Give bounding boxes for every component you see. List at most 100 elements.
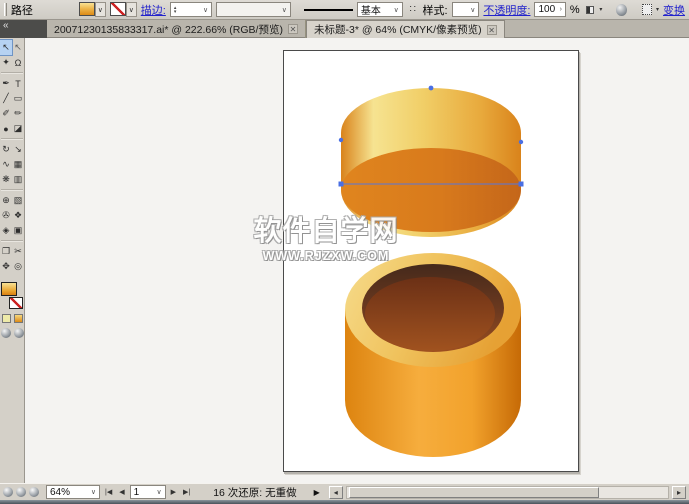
close-icon[interactable]: ✕ <box>288 24 298 34</box>
brush-definition-dropdown-icon[interactable]: ∨ <box>391 6 399 14</box>
artboard-number-combo[interactable]: 1 ∨ <box>130 485 166 499</box>
tool-slice-tool[interactable]: ✂ <box>12 244 24 259</box>
opacity-field[interactable]: 100 › <box>534 2 565 17</box>
canister-lid[interactable] <box>339 86 524 237</box>
tool-line-segment-tool[interactable]: ╱ <box>0 91 12 106</box>
tool-rotate-tool[interactable]: ↻ <box>0 142 12 157</box>
status-flyout-icon[interactable]: ▶ <box>314 488 320 497</box>
tool-column-graph-tool[interactable]: ▥ <box>12 172 24 187</box>
tool-eyedropper-tool[interactable]: ✇ <box>0 208 12 223</box>
tool-blend-tool[interactable]: ❖ <box>12 208 24 223</box>
tool-eraser-tool[interactable]: ◪ <box>12 121 24 136</box>
horizontal-scrollbar[interactable] <box>346 486 669 499</box>
select-similar-menu-arrow-icon[interactable]: ▾ <box>656 6 659 13</box>
tool-selection-tool[interactable]: ↖ <box>0 40 12 55</box>
artboard-dropdown-icon[interactable]: ∨ <box>153 488 161 496</box>
stroke-weight-dropdown-icon[interactable]: ∨ <box>200 6 208 14</box>
style-dropdown-icon[interactable]: ∨ <box>467 6 475 14</box>
canvas-area[interactable]: 软件自学网 WWW.RJZXW.COM <box>25 38 689 483</box>
fill-indicator[interactable] <box>1 282 17 296</box>
brush-definition-value: 基本 <box>361 2 381 17</box>
anchor-point-right[interactable] <box>519 182 524 187</box>
document-tab-bar: « 20071230135833317.ai* @ 222.66% (RGB/预… <box>0 20 689 38</box>
tool-hand-tool[interactable]: ✥ <box>0 259 12 274</box>
opacity-spinner-icon[interactable]: › <box>557 6 562 13</box>
lid-underside[interactable] <box>341 148 521 232</box>
width-profile-combo[interactable]: ∨ <box>216 2 291 17</box>
color-mode-button[interactable] <box>2 314 11 323</box>
tool-grid: ↖↖✦Ω✒T╱▭✐✏●◪↻↘∿▦❋▥⊕▧✇❖◈▣❐✂✥◎ <box>0 40 24 274</box>
fill-dropdown-icon[interactable]: ∨ <box>95 2 106 17</box>
mask-menu-arrow-icon[interactable]: ▾ <box>599 6 602 13</box>
drawing-mode-button-1[interactable] <box>1 328 11 338</box>
tool-symbol-sprayer-tool[interactable]: ❋ <box>0 172 12 187</box>
scroll-left-icon[interactable]: ◂ <box>329 486 343 499</box>
fill-color-swatch[interactable] <box>79 2 95 16</box>
document-tab-1[interactable]: 20071230135833317.ai* @ 222.66% (RGB/预览)… <box>47 20 306 38</box>
zoom-level-value: 64% <box>50 487 70 498</box>
canister-body[interactable] <box>345 253 521 457</box>
percent-label: % <box>570 4 580 16</box>
tool-direct-selection-tool[interactable]: ↖ <box>12 40 24 55</box>
gradient-mode-button[interactable] <box>14 314 23 323</box>
tool-blob-brush-tool[interactable]: ● <box>0 121 12 136</box>
close-icon[interactable]: ✕ <box>487 25 497 35</box>
zoom-level-combo[interactable]: 64% ∨ <box>46 485 100 499</box>
document-tab-2[interactable]: 未标题-3* @ 64% (CMYK/像素预览) ✕ <box>306 20 505 38</box>
screen-mode-button-2[interactable] <box>16 487 26 497</box>
stroke-weight-stepper[interactable]: ▴ ▾ <box>174 6 179 14</box>
body-opening-inner[interactable] <box>365 277 495 351</box>
artwork-svg <box>25 38 689 483</box>
anchor-point-left[interactable] <box>339 182 344 187</box>
width-profile-dropdown-icon[interactable]: ∨ <box>279 6 287 14</box>
artboard-first-icon[interactable]: |◀ <box>103 488 114 496</box>
brush-definition-combo[interactable]: 基本 ∨ <box>357 2 403 17</box>
tool-lasso-tool[interactable]: Ω <box>12 55 24 70</box>
screen-mode-button-1[interactable] <box>3 487 13 497</box>
artboard-prev-icon[interactable]: ◀ <box>117 488 126 496</box>
tool-magic-wand-tool[interactable]: ✦ <box>0 55 12 70</box>
screen-mode-buttons <box>3 487 39 497</box>
tool-live-paint-selection-tool[interactable]: ▣ <box>12 223 24 238</box>
stroke-indicator[interactable] <box>9 297 23 309</box>
tool-pencil-tool[interactable]: ✏ <box>12 106 24 121</box>
tool-pen-tool[interactable]: ✒ <box>0 76 12 91</box>
stroke-color-swatch[interactable] <box>110 2 126 16</box>
recolor-artwork-icon[interactable]: ∷ <box>407 3 419 16</box>
style-combo[interactable]: ∨ <box>452 2 480 17</box>
tool-rectangle-tool[interactable]: ▭ <box>12 91 24 106</box>
anchor-point-top[interactable] <box>429 86 434 91</box>
transform-panel-link[interactable]: 变换 <box>663 2 685 18</box>
artboard-last-icon[interactable]: ▶| <box>181 488 192 496</box>
anchor-point-side-left[interactable] <box>339 138 343 142</box>
stroke-panel-link[interactable]: 描边: <box>141 2 166 18</box>
drawing-mode-button-2[interactable] <box>14 328 24 338</box>
stroke-dropdown-icon[interactable]: ∨ <box>126 2 137 17</box>
tool-group-separator <box>1 138 23 140</box>
tool-scale-tool[interactable]: ↘ <box>12 142 24 157</box>
tool-artboard-tool[interactable]: ❐ <box>0 244 12 259</box>
shape-mode-sphere-icon[interactable] <box>616 4 627 16</box>
tool-type-tool[interactable]: T <box>12 76 24 91</box>
panel-grip[interactable] <box>4 3 7 16</box>
tool-live-paint-bucket-tool[interactable]: ◈ <box>0 223 12 238</box>
tools-dock-header[interactable]: « <box>0 20 47 38</box>
screen-mode-button-3[interactable] <box>29 487 39 497</box>
tool-gradient-tool[interactable]: ▧ <box>12 193 24 208</box>
tool-zoom-tool[interactable]: ◎ <box>12 259 24 274</box>
scrollbar-thumb[interactable] <box>349 487 600 498</box>
tool-warp-tool[interactable]: ∿ <box>0 157 12 172</box>
artboard-next-icon[interactable]: ▶ <box>169 488 178 496</box>
spin-down-icon[interactable]: ▾ <box>174 10 177 14</box>
opacity-mask-icon[interactable] <box>584 3 596 16</box>
tool-mesh-tool[interactable]: ⊕ <box>0 193 12 208</box>
select-similar-icon[interactable] <box>642 4 652 15</box>
zoom-dropdown-icon[interactable]: ∨ <box>88 488 96 496</box>
tool-paintbrush-tool[interactable]: ✐ <box>0 106 12 121</box>
collapse-icon[interactable]: « <box>3 20 9 31</box>
stroke-weight-combo[interactable]: ▴ ▾ ∨ <box>170 2 212 17</box>
anchor-point-side-right[interactable] <box>519 140 523 144</box>
tool-free-transform-tool[interactable]: ▦ <box>12 157 24 172</box>
opacity-panel-link[interactable]: 不透明度: <box>483 2 530 18</box>
scroll-right-icon[interactable]: ▸ <box>672 486 686 499</box>
